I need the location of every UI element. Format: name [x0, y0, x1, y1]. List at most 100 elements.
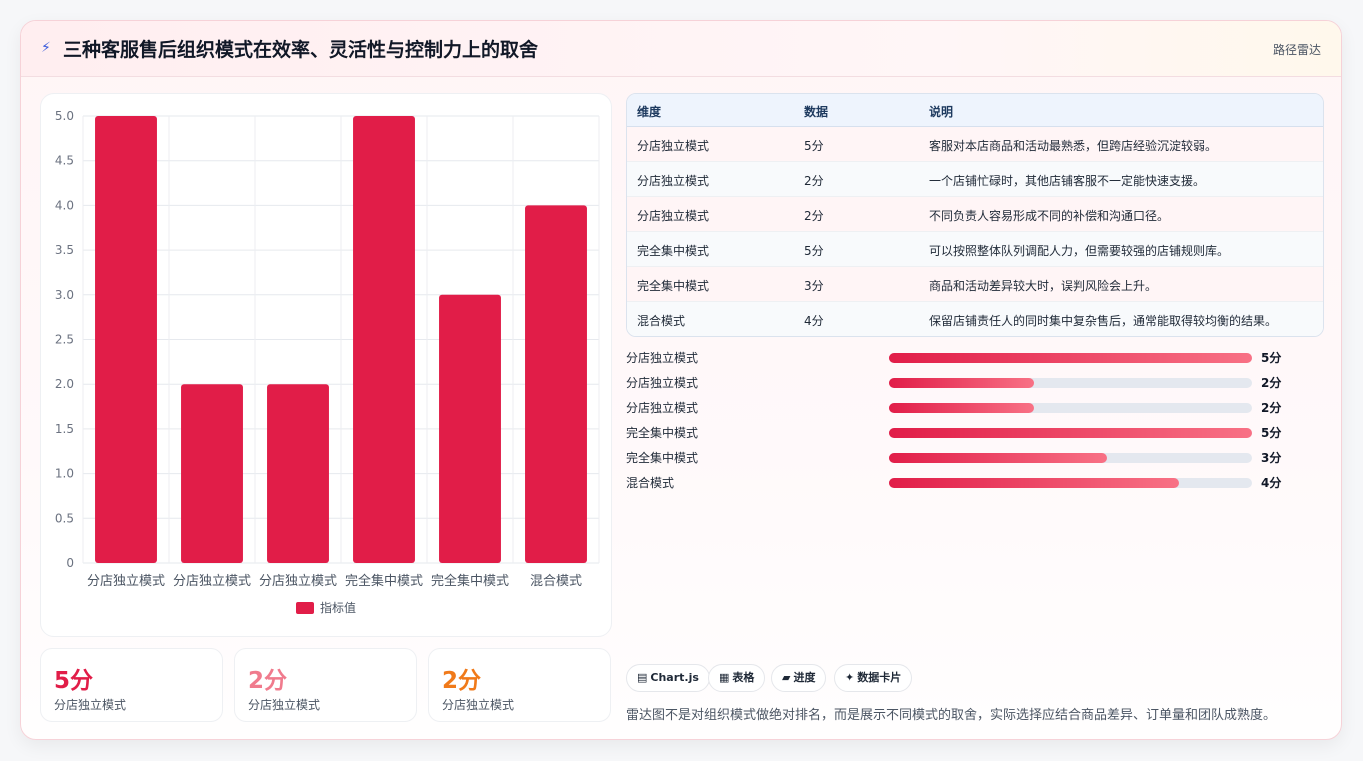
progress-track	[889, 428, 1252, 438]
y-tick-label: 2.0	[55, 377, 74, 391]
y-tick-label: 2.5	[55, 333, 74, 347]
progress-row: 分店独立模式 5分	[626, 347, 1324, 367]
progress-track	[889, 478, 1252, 488]
progress-row: 分店独立模式 2分	[626, 397, 1324, 417]
stat-card: 5分 分店独立模式	[40, 648, 223, 722]
table-row: 完全集中模式 3分 商品和活动差异较大时，误判风险会上升。	[627, 267, 1323, 302]
progress-label: 完全集中模式	[626, 451, 699, 465]
chip-label: 数据卡片	[857, 671, 902, 684]
progress-value: 4分	[1261, 476, 1282, 490]
bar	[267, 384, 329, 563]
bar	[439, 294, 501, 563]
column-header: 说明	[929, 105, 954, 119]
progress-fill	[889, 478, 1180, 488]
table-header: 维度 数据 说明	[627, 94, 1323, 127]
progress-track	[889, 378, 1252, 388]
table-cell: 5分	[804, 139, 824, 153]
x-tick-label: 完全集中模式	[345, 573, 423, 589]
main-card: ⚡ 三种客服售后组织模式在效率、灵活性与控制力上的取舍 路径雷达 5.0 4.5 4…	[20, 20, 1342, 740]
table-row: 混合模式 4分 保留店铺责任人的同时集中复杂售后，通常能取得较均衡的结果。	[627, 302, 1323, 336]
progress-value: 2分	[1261, 401, 1282, 415]
table-row: 分店独立模式 2分 一个店铺忙碌时，其他店铺客服不一定能快速支援。	[627, 162, 1323, 197]
progress-icon: ▰	[782, 671, 791, 684]
progress-fill	[889, 378, 1035, 388]
chip-label: 进度	[793, 671, 816, 684]
table-cell: 一个店铺忙碌时，其他店铺客服不一定能快速支援。	[929, 174, 1206, 188]
chip-label: 表格	[732, 671, 755, 684]
chart-icon: ▤	[637, 671, 648, 684]
progress-track	[889, 353, 1252, 363]
x-tick-label: 分店独立模式	[259, 574, 337, 589]
progress-fill	[889, 428, 1252, 438]
progress-row: 混合模式 4分	[626, 472, 1324, 492]
table-row: 完全集中模式 5分 可以按照整体队列调配人力，但需要较强的店铺规则库。	[627, 232, 1323, 267]
chip-progress[interactable]: ▰ 进度	[771, 664, 827, 692]
chip-table[interactable]: ▦ 表格	[708, 664, 766, 692]
table-cell: 不同负责人容易形成不同的补偿和沟通口径。	[929, 209, 1170, 223]
bar-chart-panel: 5.0 4.5 4.0 3.5 3.0 2.5 2.0 1.5 1.0 0.5 0 分店独立模式 分店独…	[40, 93, 612, 637]
bar	[95, 116, 157, 563]
stat-label: 分店独立模式	[248, 698, 321, 712]
progress-value: 5分	[1261, 426, 1282, 440]
stat-card: 2分 分店独立模式	[428, 648, 611, 722]
column-header: 数据	[804, 105, 829, 119]
table-cell: 2分	[804, 174, 824, 188]
table-cell: 混合模式	[637, 314, 686, 328]
table-cell: 保留店铺责任人的同时集中复杂售后，通常能取得较均衡的结果。	[929, 314, 1278, 328]
table-row: 分店独立模式 5分 客服对本店商品和活动最熟悉，但跨店经验沉淀较弱。	[627, 127, 1323, 162]
progress-value: 2分	[1261, 376, 1282, 390]
chip-label: Chart.js	[650, 671, 699, 684]
x-tick-label: 分店独立模式	[87, 574, 165, 589]
sparkle-icon: ✦	[845, 671, 855, 684]
x-tick-label: 分店独立模式	[173, 574, 251, 589]
table-cell: 3分	[804, 279, 824, 293]
legend-swatch	[296, 602, 314, 614]
progress-row: 完全集中模式 3分	[626, 447, 1324, 467]
table-cell: 2分	[804, 209, 824, 223]
chip-chartjs[interactable]: ▤ Chart.js	[626, 664, 710, 692]
y-tick-label: 4.5	[55, 154, 74, 168]
progress-label: 混合模式	[626, 476, 675, 490]
bar	[181, 384, 243, 563]
progress-value: 3分	[1261, 451, 1282, 465]
bar-chart: 5.04.54.03.53.02.52.01.51.00.50分店独立模式 分店独…	[55, 109, 600, 615]
header: ⚡ 三种客服售后组织模式在效率、灵活性与控制力上的取舍 路径雷达	[21, 21, 1341, 77]
y-tick-label: 3.0	[55, 288, 74, 302]
table-cell: 可以按照整体队列调配人力，但需要较强的店铺规则库。	[929, 244, 1230, 258]
stat-label: 分店独立模式	[442, 698, 515, 712]
y-tick-label: 1.0	[55, 467, 74, 481]
table-cell: 客服对本店商品和活动最熟悉，但跨店经验沉淀较弱。	[929, 139, 1218, 153]
table-cell: 商品和活动差异较大时，误判风险会上升。	[929, 279, 1158, 293]
table-cell: 4分	[804, 314, 824, 328]
footnote: 雷达图不是对组织模式做绝对排名，而是展示不同模式的取舍，实际选择应结合商品差异、…	[626, 708, 1277, 723]
stat-value: 2分	[248, 668, 288, 694]
progress-row: 分店独立模式 2分	[626, 372, 1324, 392]
y-tick-label: 4.0	[55, 198, 74, 212]
y-tick-label: 0	[66, 556, 74, 570]
progress-fill	[889, 353, 1252, 363]
y-tick-label: 5.0	[55, 109, 74, 123]
table-cell: 5分	[804, 244, 824, 258]
table-cell: 分店独立模式	[637, 209, 710, 223]
chip-data-cards[interactable]: ✦ 数据卡片	[834, 664, 913, 692]
table-cell: 完全集中模式	[637, 244, 710, 258]
stat-label: 分店独立模式	[54, 698, 127, 712]
table-icon: ▦	[719, 671, 730, 684]
y-tick-label: 3.5	[55, 243, 74, 257]
stat-value: 2分	[442, 668, 482, 694]
page-title: 三种客服售后组织模式在效率、灵活性与控制力上的取舍	[63, 39, 539, 61]
progress-track	[889, 453, 1252, 463]
progress-track	[889, 403, 1252, 413]
legend-label: 指标值	[320, 600, 356, 615]
y-tick-label: 1.5	[55, 422, 74, 436]
y-tick-label: 0.5	[55, 511, 74, 525]
progress-row: 完全集中模式 5分	[626, 422, 1324, 442]
table-cell: 完全集中模式	[637, 279, 710, 293]
bar	[525, 205, 587, 563]
x-tick-label: 混合模式	[530, 574, 582, 589]
progress-fill	[889, 403, 1035, 413]
progress-label: 分店独立模式	[626, 351, 699, 365]
progress-label: 分店独立模式	[626, 376, 699, 390]
table-cell: 分店独立模式	[637, 139, 710, 153]
header-tag: 路径雷达	[1272, 43, 1321, 57]
